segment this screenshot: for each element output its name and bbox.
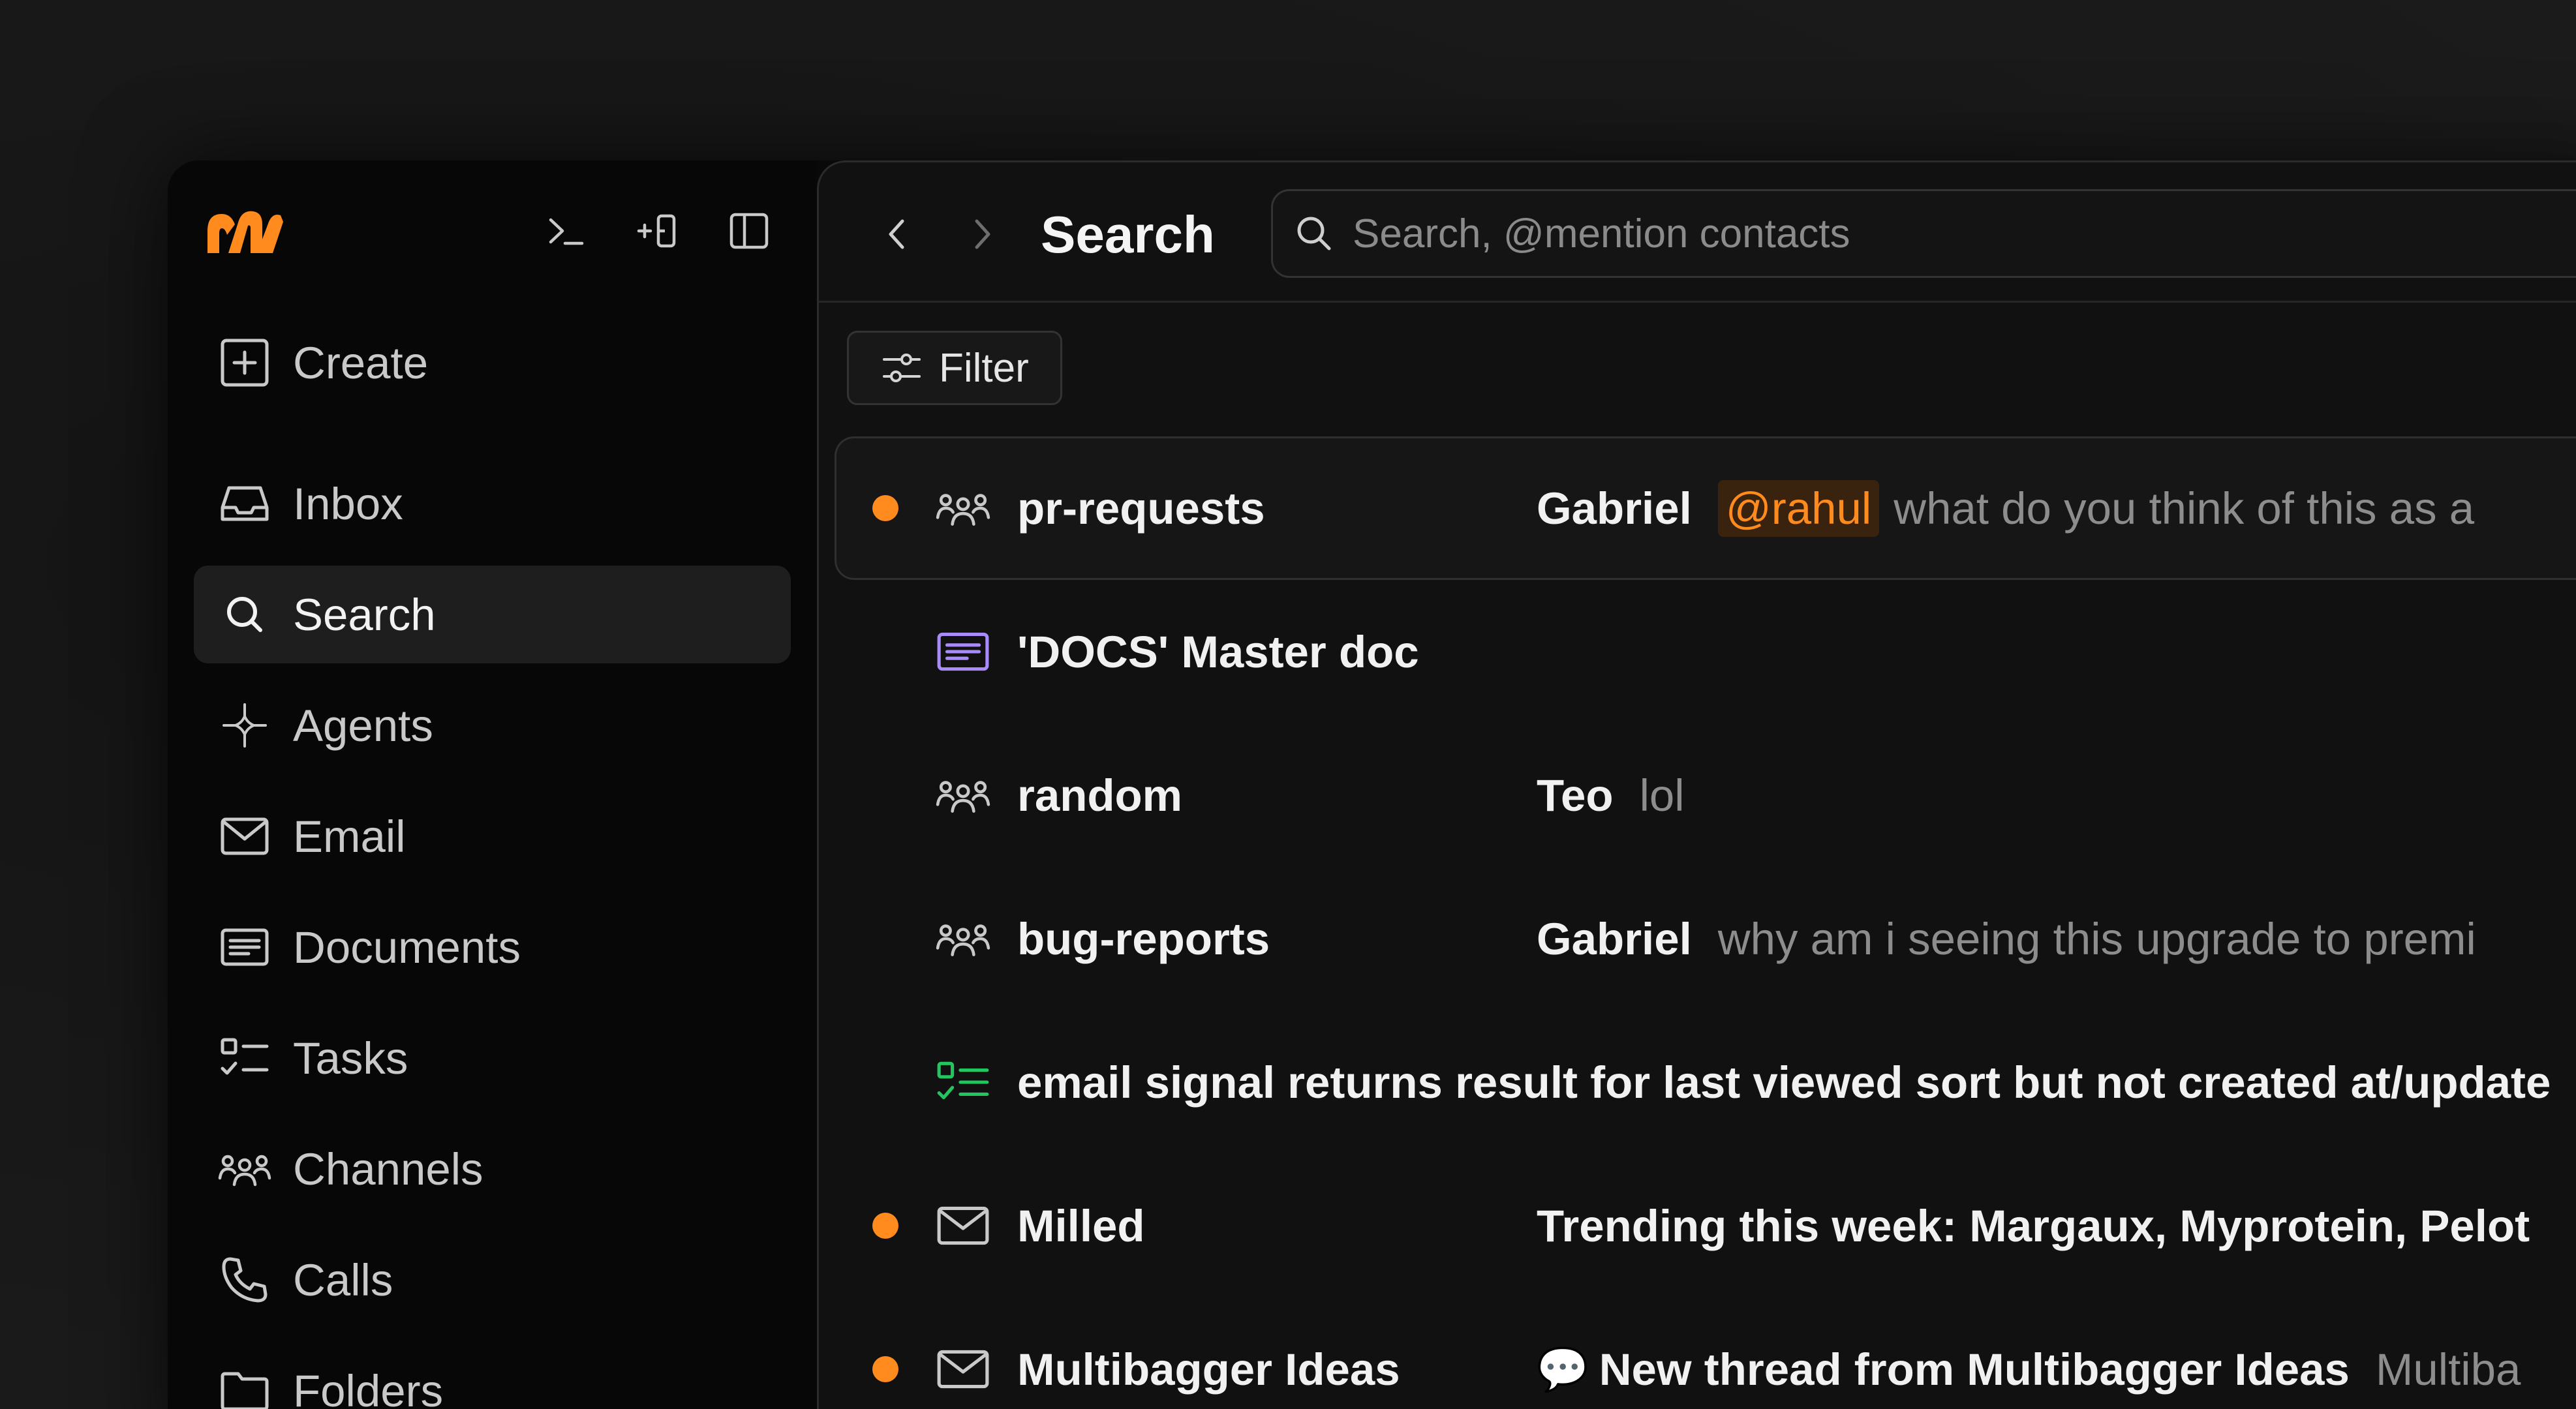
chevron-right-icon [975,219,990,249]
result-title: bug-reports [1017,913,1270,964]
filter-button[interactable]: Filter [847,331,1062,405]
result-title: 'DOCS' Master doc [1017,626,1419,677]
chevron-left-icon [889,219,904,249]
sidebar-item-label: Folders [293,1365,444,1409]
message-snippet: why am i seeing this upgrade to premi [1717,913,2476,964]
desktop-background: Create Inbox Search Agents Email Documen… [0,0,2576,1409]
sidebar-item-channels[interactable]: Channels [194,1120,791,1218]
mail-icon [934,1197,992,1254]
result-row[interactable]: Milled Trending this week: Margaux, Mypr… [835,1154,2576,1297]
mention-tag[interactable]: @rahul [1717,479,1880,537]
terminal-button[interactable] [541,206,590,256]
email-subject: New thread from Multibagger Ideas [1599,1344,2350,1395]
sidebar-item-label: Tasks [293,1033,408,1083]
agents-icon [216,697,273,754]
sidebar-item-label: Agents [293,700,433,751]
page-title: Search [1041,205,1215,264]
result-preview: Gabriel @rahul what do you think of this… [1537,479,2475,537]
unread-dot [872,1356,898,1382]
message-snippet: lol [1639,770,1685,821]
message-snippet: what do you think of this as a [1894,483,2475,534]
result-title: email signal returns result for last vie… [1017,1057,2551,1108]
message-sender: Gabriel [1537,483,1692,534]
phone-icon [216,1251,273,1309]
search-icon [216,586,273,643]
sliders-icon [883,354,921,382]
sidebar-item-label: Documents [293,922,521,973]
unread-dot [872,495,898,521]
document-icon [216,918,273,976]
add-panel-icon [637,214,676,248]
sidebar-item-documents[interactable]: Documents [194,898,791,996]
sidebar-item-agents[interactable]: Agents [194,676,791,774]
mail-icon [934,1341,992,1398]
forward-button[interactable] [957,209,1007,259]
result-row[interactable]: email signal returns result for last vie… [835,1010,2576,1154]
result-title: random [1017,770,1183,821]
result-row[interactable]: random Teo lol [835,723,2576,867]
sidebar-item-label: Calls [293,1254,393,1305]
document-icon [934,623,992,680]
tasks-icon [934,1053,992,1111]
message-snippet: Multiba [2375,1344,2521,1395]
app-logo[interactable] [205,205,286,257]
sidebar-item-tasks[interactable]: Tasks [194,1009,791,1107]
app-window: Create Inbox Search Agents Email Documen… [168,160,2576,1409]
create-label: Create [293,337,429,388]
create-button[interactable]: Create [194,314,791,412]
plus-square-icon [216,334,273,391]
folder-icon [216,1362,273,1409]
result-row[interactable]: pr-requests Gabriel @rahul what do you t… [835,436,2576,580]
sidebar-item-email[interactable]: Email [194,787,791,885]
add-panel-button[interactable] [633,206,682,256]
message-sender: Teo [1537,770,1614,821]
channels-icon [934,766,992,824]
sidebar-item-search[interactable]: Search [194,566,791,663]
main-panel: Search Filter [817,160,2576,1409]
sidebar-item-inbox[interactable]: Inbox [194,455,791,553]
speech-bubble-icon: 💬 [1537,1345,1589,1393]
search-icon [1297,217,1331,250]
result-preview: Gabriel why am i seeing this upgrade to … [1537,913,2476,965]
filter-label: Filter [939,345,1029,391]
results-list: pr-requests Gabriel @rahul what do you t… [835,436,2576,1409]
top-bar: Search [819,162,2576,303]
terminal-icon [549,218,584,245]
sidebar-item-folders[interactable]: Folders [194,1342,791,1409]
mail-icon [216,808,273,865]
channels-icon [934,479,992,537]
inbox-icon [216,475,273,532]
sidebar-toggle-button[interactable] [724,206,774,256]
result-title: Milled [1017,1200,1145,1251]
message-sender: Gabriel [1537,913,1692,964]
result-title: Multibagger Ideas [1017,1344,1400,1395]
sidebar: Create Inbox Search Agents Email Documen… [168,160,817,1409]
result-row[interactable]: bug-reports Gabriel why am i seeing this… [835,867,2576,1010]
sidebar-item-label: Search [293,589,436,640]
email-subject: Trending this week: Margaux, Myprotein, … [1537,1200,2530,1251]
sidebar-toggle-icon [729,213,769,249]
channels-icon [934,910,992,967]
result-row[interactable]: Multibagger Ideas 💬 New thread from Mult… [835,1297,2576,1409]
sidebar-item-label: Email [293,811,406,862]
result-preview: Teo lol [1537,770,1685,821]
result-title: pr-requests [1017,483,1265,534]
search-box[interactable] [1271,189,2576,278]
search-input[interactable] [1351,209,2576,258]
result-row[interactable]: 'DOCS' Master doc [835,580,2576,723]
result-preview: 💬 New thread from Multibagger Ideas Mult… [1537,1344,2521,1395]
unread-dot [872,1213,898,1239]
result-preview: Trending this week: Margaux, Myprotein, … [1537,1200,2556,1252]
channels-icon [216,1140,273,1198]
sidebar-item-calls[interactable]: Calls [194,1231,791,1329]
sidebar-item-label: Channels [293,1144,483,1194]
back-button[interactable] [872,209,922,259]
sidebar-item-label: Inbox [293,478,403,529]
tasks-icon [216,1029,273,1087]
